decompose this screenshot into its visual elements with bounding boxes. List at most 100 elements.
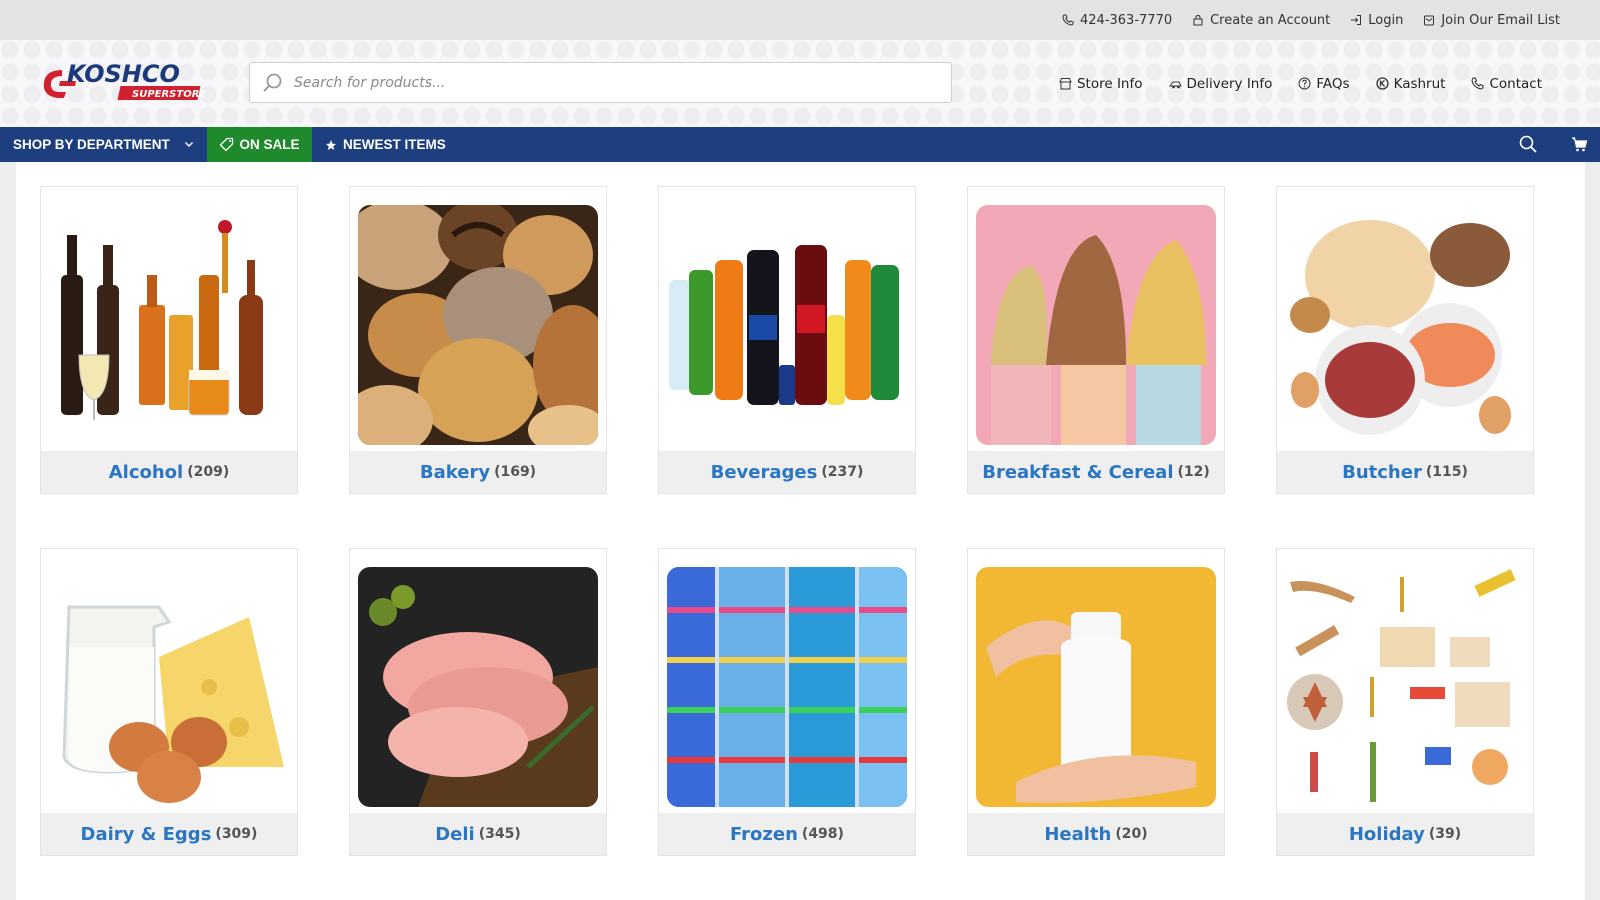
- category-name: Alcohol: [108, 461, 184, 483]
- category-image: [976, 567, 1216, 807]
- main-nav-bar: SHOP BY DEPARTMENT ON SALE NEWEST ITEMS: [0, 127, 1600, 162]
- top-links: 424-363-7770 Create an Account Login Joi…: [1062, 0, 1560, 40]
- email-list-link[interactable]: Join Our Email List: [1423, 13, 1560, 28]
- category-name: Beverages: [710, 461, 818, 483]
- category-image: [667, 567, 907, 807]
- sliced-meat-icon: [358, 567, 598, 807]
- header-nav: Store Info Delivery Info FAQs Kashrut Co…: [1059, 40, 1542, 127]
- lock-icon: [1193, 14, 1203, 26]
- mail-icon: [1424, 15, 1435, 26]
- newest-items-label: NEWEST ITEMS: [343, 137, 446, 152]
- category-image: [49, 205, 289, 445]
- category-label: Frozen (498): [659, 813, 915, 855]
- category-label: Bakery (169): [350, 451, 606, 493]
- store-info-link[interactable]: Store Info: [1059, 76, 1143, 92]
- category-name: Butcher: [1342, 461, 1422, 483]
- category-count: (498): [801, 826, 844, 842]
- category-label: Deli (345): [350, 813, 606, 855]
- kosher-icon: [1375, 77, 1389, 90]
- login-label: Login: [1368, 12, 1404, 28]
- koshco-logo[interactable]: KOSHCO SUPERSTORE: [40, 60, 210, 106]
- category-name: Bakery: [419, 461, 491, 483]
- newest-items-button[interactable]: NEWEST ITEMS: [324, 127, 446, 162]
- cereal-icon: [976, 205, 1216, 445]
- question-icon: [1298, 77, 1311, 90]
- category-label: Health (20): [968, 813, 1224, 855]
- store-icon: [1059, 78, 1072, 90]
- logo-sub-text: SUPERSTORE: [132, 89, 206, 100]
- site-header: KOSHCO SUPERSTORE Store Info Delivery In…: [0, 40, 1600, 127]
- freezer-aisle-icon: [667, 567, 907, 807]
- category-grid: Alcohol (209) Bakery (169) Beverages (23…: [16, 162, 1585, 900]
- delivery-info-link[interactable]: Delivery Info: [1168, 76, 1272, 92]
- store-info-label: Store Info: [1076, 75, 1143, 92]
- top-bar: 424-363-7770 Create an Account Login Joi…: [0, 0, 1600, 40]
- phone-icon: [1062, 14, 1074, 26]
- category-card-bakery[interactable]: Bakery (169): [349, 186, 607, 494]
- category-label: Breakfast & Cereal (12): [968, 451, 1224, 493]
- search-bar[interactable]: [249, 62, 952, 103]
- category-count: (237): [821, 464, 864, 480]
- alcohol-bottles-icon: [49, 205, 289, 445]
- category-card-alcohol[interactable]: Alcohol (209): [40, 186, 298, 494]
- category-card-dairy-eggs[interactable]: Dairy & Eggs (309): [40, 548, 298, 856]
- on-sale-button[interactable]: ON SALE: [207, 127, 312, 162]
- milk-cheese-eggs-icon: [49, 567, 289, 807]
- cart-icon[interactable]: [1571, 136, 1588, 153]
- email-list-label: Join Our Email List: [1441, 12, 1560, 28]
- login-icon: [1351, 15, 1362, 25]
- department-label: SHOP BY DEPARTMENT: [13, 137, 170, 152]
- category-image: [976, 205, 1216, 445]
- category-card-breakfast-cereal[interactable]: Breakfast & Cereal (12): [967, 186, 1225, 494]
- category-image: [1285, 567, 1525, 807]
- category-image: [358, 205, 598, 445]
- category-card-frozen[interactable]: Frozen (498): [658, 548, 916, 856]
- faqs-label: FAQs: [1316, 75, 1350, 92]
- category-name: Deli: [435, 823, 475, 845]
- create-account-label: Create an Account: [1210, 12, 1331, 28]
- kashrut-link[interactable]: Kashrut: [1375, 75, 1446, 92]
- search-input[interactable]: [294, 74, 894, 91]
- category-card-butcher[interactable]: Butcher (115): [1276, 186, 1534, 494]
- category-count: (209): [187, 464, 230, 480]
- category-name: Health: [1044, 823, 1112, 845]
- soda-bottles-icon: [667, 205, 907, 445]
- contact-link[interactable]: Contact: [1471, 76, 1542, 92]
- category-count: (20): [1115, 826, 1148, 842]
- login-link[interactable]: Login: [1350, 13, 1403, 28]
- kashrut-label: Kashrut: [1393, 75, 1446, 92]
- category-card-holiday[interactable]: Holiday (39): [1276, 548, 1534, 856]
- category-label: Beverages (237): [659, 451, 915, 493]
- search-icon[interactable]: [1518, 134, 1538, 154]
- create-account-link[interactable]: Create an Account: [1192, 13, 1330, 28]
- bread-icon: [358, 205, 598, 445]
- category-card-beverages[interactable]: Beverages (237): [658, 186, 916, 494]
- category-card-deli[interactable]: Deli (345): [349, 548, 607, 856]
- sparkle-star-icon: [326, 139, 336, 150]
- chevron-down-icon: [184, 142, 193, 147]
- phone-link[interactable]: 424-363-7770: [1062, 13, 1172, 28]
- category-count: (115): [1425, 464, 1468, 480]
- category-count: (12): [1177, 464, 1210, 480]
- category-image: [49, 567, 289, 807]
- category-count: (39): [1428, 826, 1462, 842]
- phone-icon: [1472, 77, 1484, 90]
- category-label: Alcohol (209): [41, 451, 297, 493]
- logo-main-text: KOSHCO: [67, 60, 180, 88]
- holiday-items-icon: [1285, 567, 1525, 807]
- category-count: (345): [478, 826, 521, 842]
- category-card-health[interactable]: Health (20): [967, 548, 1225, 856]
- category-label: Dairy & Eggs (309): [41, 813, 297, 855]
- category-image: [667, 205, 907, 445]
- category-count: (309): [215, 826, 258, 842]
- phone-number: 424-363-7770: [1080, 12, 1173, 28]
- shop-by-department-menu[interactable]: SHOP BY DEPARTMENT: [0, 127, 207, 162]
- search-icon: [263, 73, 282, 92]
- faqs-link[interactable]: FAQs: [1298, 75, 1350, 92]
- tag-icon: [220, 137, 234, 152]
- category-name: Breakfast & Cereal: [982, 461, 1174, 483]
- supplement-bottle-icon: [976, 567, 1216, 807]
- on-sale-label: ON SALE: [239, 137, 300, 152]
- category-image: [358, 567, 598, 807]
- meat-poultry-icon: [1285, 205, 1525, 445]
